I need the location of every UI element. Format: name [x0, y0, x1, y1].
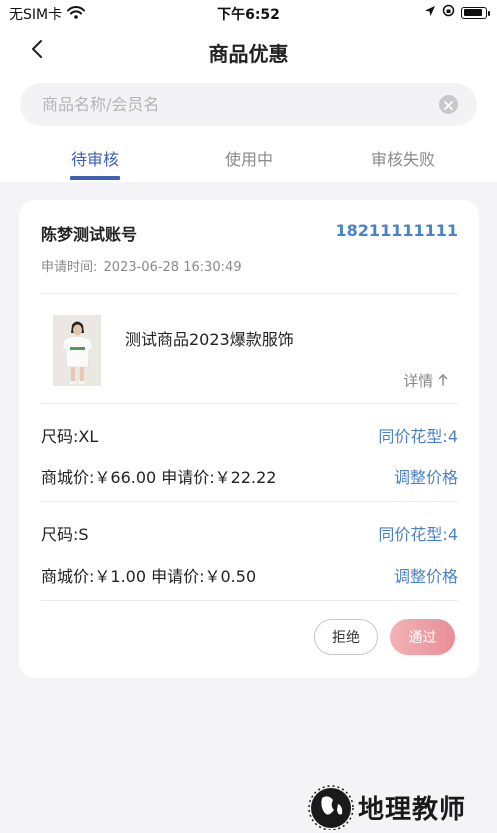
- status-right: [424, 4, 490, 21]
- member-phone-link[interactable]: 18211111111: [336, 221, 458, 240]
- sku-prices: 商城价:￥66.00 申请价:￥22.22: [41, 468, 277, 487]
- sku-prices: 商城价:￥1.00 申请价:￥0.50: [41, 567, 257, 586]
- product-name: 测试商品2023爆款服饰: [125, 330, 294, 349]
- sku-size: 尺码:XL: [41, 427, 99, 446]
- approve-button[interactable]: 通过: [390, 619, 455, 655]
- reject-button[interactable]: 拒绝: [314, 619, 378, 655]
- status-time: 下午6:52: [217, 7, 280, 23]
- same-price-pattern-link[interactable]: 同价花型:4: [378, 423, 458, 447]
- product-image: [53, 315, 101, 386]
- details-label: 详情: [403, 372, 434, 390]
- apply-time-value: 2023-06-28 16:30:49: [103, 260, 242, 275]
- status-bar: 无SIM卡 下午6:52: [0, 0, 497, 26]
- divider: [41, 293, 458, 294]
- page-title: 商品优惠: [208, 42, 289, 66]
- clear-icon: [444, 95, 453, 114]
- arrow-up-icon: [438, 372, 448, 390]
- watermark: 地理教师: [298, 784, 492, 830]
- tab-review-failed[interactable]: 审核失败: [368, 146, 438, 170]
- divider: [41, 501, 458, 502]
- top-section: 无SIM卡 下午6:52 商品优惠 商品名称/会员名 待审核 使用中 审核失败: [0, 0, 497, 182]
- active-tab-indicator: [70, 176, 120, 180]
- clear-search-button[interactable]: [439, 95, 458, 114]
- tab-in-use[interactable]: 使用中: [222, 146, 276, 170]
- adjust-price-link[interactable]: 调整价格: [394, 464, 458, 488]
- search-input[interactable]: [42, 83, 442, 126]
- apply-time-label: 申请时间:: [41, 260, 98, 275]
- navigation-bar: 商品优惠: [0, 30, 497, 70]
- battery-level: [463, 9, 482, 16]
- divider: [41, 403, 458, 404]
- rotation-lock-icon: [442, 4, 455, 21]
- search-bar: [20, 83, 477, 126]
- apply-time: 申请时间: 2023-06-28 16:30:49: [41, 256, 244, 275]
- sku-size: 尺码:S: [41, 525, 89, 544]
- location-arrow-icon: [424, 5, 436, 21]
- battery-icon: [461, 6, 490, 19]
- member-name: 陈梦测试账号: [41, 225, 138, 244]
- tab-pending-review[interactable]: 待审核: [70, 146, 120, 170]
- details-toggle[interactable]: 详情: [403, 370, 448, 391]
- divider: [41, 600, 458, 601]
- adjust-price-link[interactable]: 调整价格: [394, 563, 458, 587]
- discount-request-card: 陈梦测试账号 18211111111 申请时间: 2023-06-28 16:3…: [19, 200, 479, 678]
- watermark-text: 地理教师: [358, 795, 467, 825]
- same-price-pattern-link[interactable]: 同价花型:4: [378, 521, 458, 545]
